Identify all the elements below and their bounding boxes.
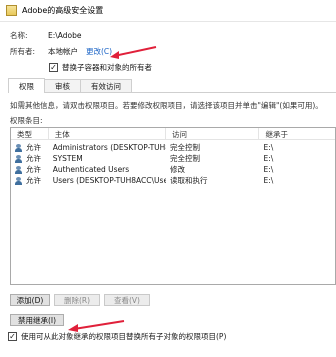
row-access: 修改	[170, 165, 186, 174]
row-type: 允许	[26, 165, 41, 174]
replace-owner-checkbox[interactable]: ✓	[49, 63, 58, 72]
name-value: E:\Adobe	[48, 31, 82, 40]
row-subject: Users (DESKTOP-TUH8ACC\Users)	[52, 176, 167, 185]
disable-inheritance-button[interactable]: 禁用继承(I)	[10, 314, 64, 326]
annotation-arrow-icon	[68, 320, 125, 332]
row-inherited-from: E:\	[263, 143, 274, 152]
replace-child-permissions-option[interactable]: ✓ 使用可从此对象继承的权限项目替换所有子对象的权限项目(P)	[8, 331, 226, 342]
user-group-icon	[15, 176, 22, 185]
view-button[interactable]: 查看(V)	[104, 294, 150, 306]
row-type: 允许	[26, 143, 41, 152]
row-type: 允许	[26, 154, 41, 163]
row-subject: SYSTEM	[52, 154, 83, 163]
column-header-type[interactable]: 类型	[11, 128, 49, 140]
owner-value: 本地帐户	[48, 47, 78, 56]
table-header: 类型 主体 访问 继承于	[11, 128, 335, 140]
column-header-inherited-from[interactable]: 继承于	[259, 128, 335, 140]
row-type: 允许	[26, 176, 41, 185]
table-row[interactable]: 允许 Administrators (DESKTOP-TUH8... 完全控制 …	[11, 142, 335, 153]
row-inherited-from: E:\	[263, 176, 274, 185]
table-row[interactable]: 允许 Authenticated Users 修改 E:\	[11, 164, 335, 175]
tab-permissions[interactable]: 权限	[8, 78, 45, 93]
tab-auditing[interactable]: 审核	[44, 79, 81, 93]
tab-divider	[8, 92, 336, 93]
replace-child-permissions-checkbox[interactable]: ✓	[8, 332, 17, 341]
row-inherited-from: E:\	[263, 165, 274, 174]
user-group-icon	[15, 143, 22, 152]
row-subject: Administrators (DESKTOP-TUH8...	[52, 143, 167, 152]
row-access: 读取和执行	[170, 176, 208, 185]
column-header-access[interactable]: 访问	[166, 128, 260, 140]
table-row[interactable]: 允许 SYSTEM 完全控制 E:\	[11, 153, 335, 164]
annotation-arrow-icon	[110, 46, 157, 59]
replace-owner-label: 替换子容器和对象的所有者	[62, 63, 152, 72]
row-subject: Authenticated Users	[52, 165, 130, 174]
replace-child-permissions-label: 使用可从此对象继承的权限项目替换所有子对象的权限项目(P)	[21, 332, 227, 341]
owner-row: 所有者: 本地帐户 更改(C)	[10, 46, 112, 57]
row-access: 完全控制	[170, 143, 201, 152]
title-bar: Adobe的高级安全设置	[0, 0, 336, 22]
permission-entries-label: 权限条目:	[10, 116, 43, 125]
owner-label: 所有者:	[10, 47, 36, 56]
user-group-icon	[15, 165, 22, 174]
name-label: 名称:	[10, 31, 28, 40]
tab-effective-access[interactable]: 有效访问	[80, 79, 132, 93]
table-row[interactable]: 允许 Users (DESKTOP-TUH8ACC\Users) 读取和执行 E…	[11, 175, 335, 186]
folder-icon	[6, 5, 17, 16]
row-inherited-from: E:\	[263, 154, 274, 163]
tab-strip: 权限 审核 有效访问	[8, 78, 132, 93]
permissions-info-text: 如需其他信息，请双击权限项目。若要修改权限项目，请选择该项目并单击"编辑"(如果…	[10, 101, 323, 110]
remove-button[interactable]: 删除(R)	[54, 294, 100, 306]
name-row: 名称: E:\Adobe	[10, 30, 82, 41]
row-access: 完全控制	[170, 154, 201, 163]
permission-entries-table[interactable]: 类型 主体 访问 继承于 允许 Administrators (DESKTOP-…	[10, 127, 336, 285]
column-header-subject[interactable]: 主体	[49, 128, 167, 140]
replace-owner-option[interactable]: ✓ 替换子容器和对象的所有者	[49, 62, 152, 73]
user-group-icon	[15, 154, 22, 163]
window-title: Adobe的高级安全设置	[22, 6, 104, 15]
add-button[interactable]: 添加(D)	[10, 294, 50, 306]
